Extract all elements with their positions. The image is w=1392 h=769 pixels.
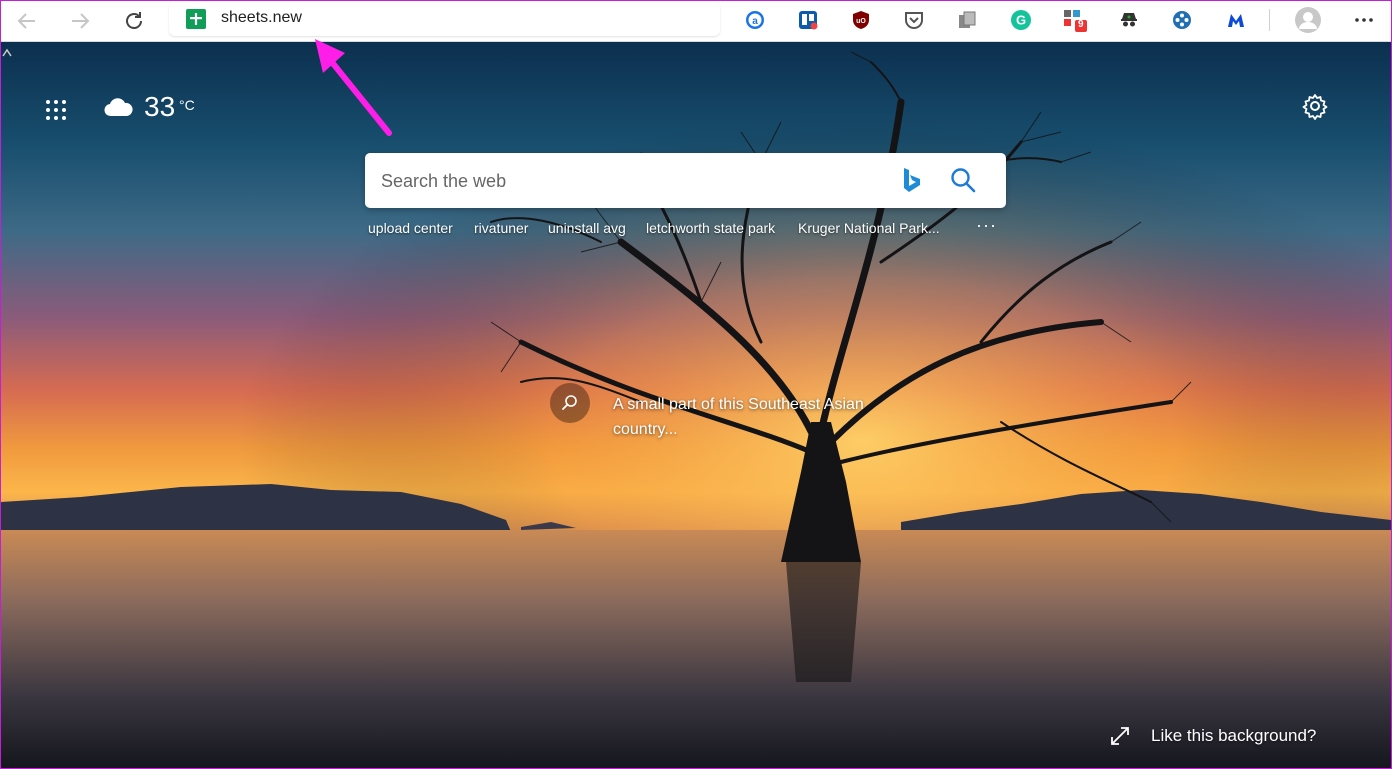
- svg-text:a: a: [752, 16, 758, 27]
- extension-ublock-button[interactable]: uO: [848, 7, 874, 33]
- malwarebytes-icon: [1228, 14, 1244, 27]
- trending-link[interactable]: rivatuner: [474, 220, 528, 236]
- more-dots-icon: [1355, 18, 1373, 22]
- image-search-button[interactable]: [550, 383, 590, 423]
- extension-badge-button[interactable]: 9: [1062, 7, 1088, 33]
- spy-icon: [1121, 13, 1137, 27]
- bing-logo-icon[interactable]: [901, 166, 923, 194]
- copy-icon: [959, 11, 976, 28]
- extension-a-button[interactable]: a: [742, 7, 768, 33]
- address-url: sheets.new: [221, 9, 302, 26]
- address-bar[interactable]: sheets.new: [169, 2, 720, 36]
- scrollbar[interactable]: [1, 42, 13, 768]
- extension-copy-button[interactable]: [954, 7, 980, 33]
- expand-icon[interactable]: [1109, 725, 1131, 747]
- back-arrow-icon: [17, 13, 35, 29]
- avatar-icon: [1295, 7, 1321, 33]
- background-caption[interactable]: A small part of this Southeast Asian cou…: [613, 392, 913, 442]
- refresh-button[interactable]: [118, 5, 150, 37]
- search-icon[interactable]: [949, 166, 977, 194]
- extension-badge-icon: [1064, 10, 1087, 32]
- svg-text:uO: uO: [856, 18, 866, 25]
- trending-link[interactable]: Kruger National Park...: [798, 220, 940, 236]
- search-box: [365, 153, 1006, 208]
- forward-arrow-icon: [72, 13, 90, 29]
- cloud-icon: [104, 98, 133, 117]
- browser-toolbar: sheets.new a uO G 9: [1, 1, 1391, 42]
- temperature-value: 33: [144, 91, 176, 122]
- google-sheets-icon: [186, 9, 206, 29]
- extension-badge-count: 9: [1078, 19, 1084, 30]
- search-input[interactable]: [379, 167, 883, 195]
- temperature-unit: °C: [179, 97, 195, 113]
- back-button[interactable]: [11, 5, 43, 37]
- menu-button[interactable]: [1351, 7, 1377, 33]
- extension-malwarebytes-button[interactable]: [1223, 7, 1249, 33]
- ublock-icon: uO: [853, 11, 869, 29]
- app-launcher-icon[interactable]: [45, 99, 67, 121]
- search-icon: [562, 395, 577, 410]
- more-trending-button[interactable]: ···: [976, 215, 997, 236]
- trending-link[interactable]: letchworth state park: [646, 220, 775, 236]
- extension-trello-button[interactable]: [795, 7, 821, 33]
- a-circle-icon: a: [746, 11, 764, 29]
- trending-link[interactable]: upload center: [368, 220, 453, 236]
- annotation-arrow-icon: [315, 39, 392, 136]
- gear-icon[interactable]: [1301, 92, 1329, 120]
- like-background-link[interactable]: Like this background?: [1151, 726, 1316, 746]
- toolbar-separator: [1269, 9, 1270, 31]
- refresh-icon: [126, 12, 142, 29]
- trending-link[interactable]: uninstall avg: [548, 220, 626, 236]
- extension-joystick-button[interactable]: [1169, 7, 1195, 33]
- extension-grammarly-button[interactable]: G: [1008, 7, 1034, 33]
- extension-pocket-button[interactable]: [901, 7, 927, 33]
- extension-spy-button[interactable]: [1116, 7, 1142, 33]
- pocket-icon: [905, 12, 923, 29]
- browser-window: sheets.new a uO G 9 33 °C Search the web…: [0, 0, 1392, 769]
- joystick-icon: [1173, 11, 1191, 29]
- grammarly-icon: G: [1011, 10, 1031, 30]
- forward-button[interactable]: [64, 5, 96, 37]
- trello-icon: [799, 11, 818, 30]
- profile-button[interactable]: [1293, 5, 1323, 35]
- svg-text:G: G: [1016, 13, 1026, 28]
